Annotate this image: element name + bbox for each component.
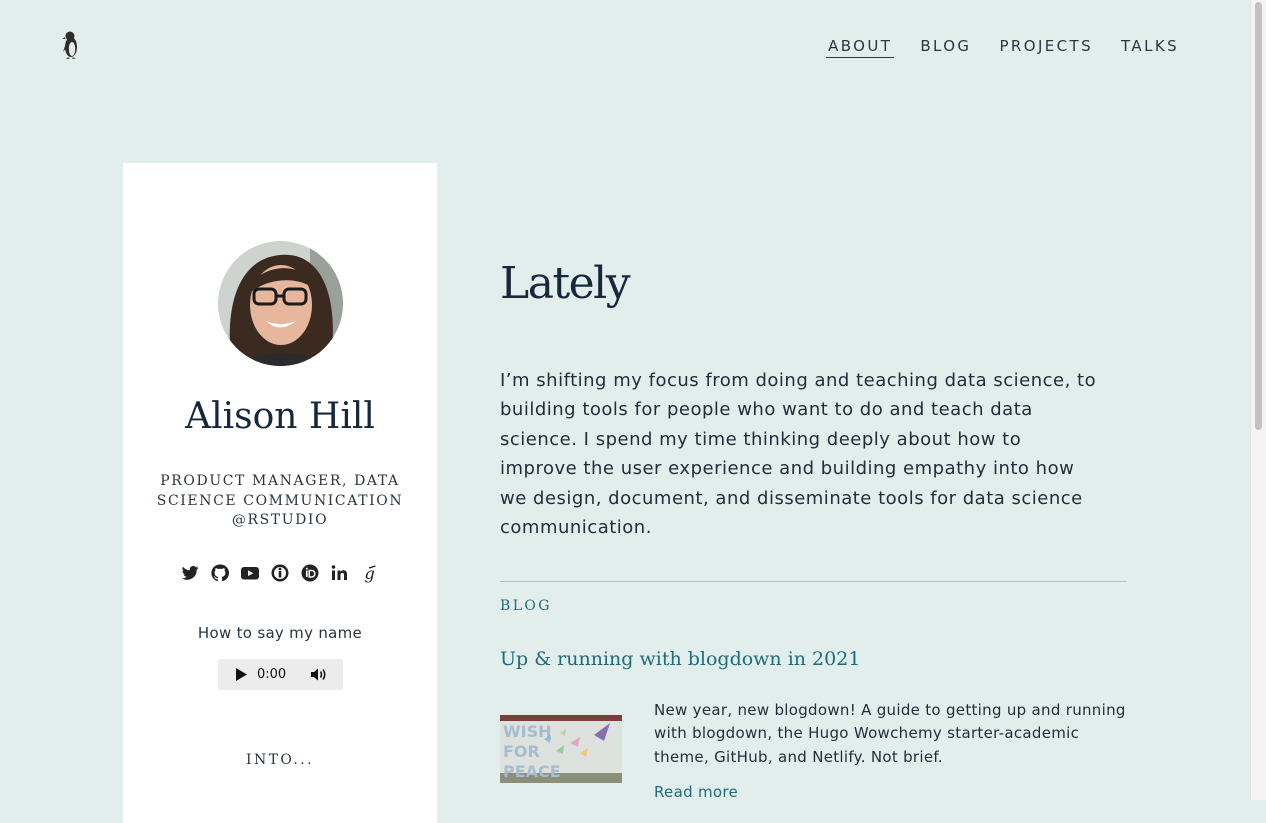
section-label-blog: BLOG bbox=[500, 598, 552, 614]
post-thumbnail[interactable]: WISH FOR PEACE bbox=[500, 715, 622, 783]
audio-time: 0:00 bbox=[257, 667, 287, 682]
youtube-icon[interactable] bbox=[240, 563, 260, 583]
google-scholar-icon[interactable]: g bbox=[360, 563, 380, 583]
profile-card: Alison Hill PRODUCT MANAGER, DATA SCIENC… bbox=[123, 163, 437, 823]
orcid-icon[interactable] bbox=[300, 563, 320, 583]
nav-talks[interactable]: TALKS bbox=[1119, 37, 1181, 58]
twitter-icon[interactable] bbox=[180, 563, 200, 583]
profile-name: Alison Hill bbox=[185, 396, 375, 437]
page-scrollbar[interactable] bbox=[1250, 0, 1266, 800]
intro-paragraph: I’m shifting my focus from doing and tea… bbox=[500, 370, 1097, 539]
thumb-word-3: PEACE bbox=[503, 762, 561, 781]
penguin-logo[interactable] bbox=[60, 30, 82, 60]
post-title-link[interactable]: Up & running with blogdown in 2021 bbox=[500, 648, 860, 670]
page-title: Lately bbox=[500, 258, 631, 309]
thumb-word-1: WISH bbox=[503, 722, 552, 741]
profile-role: PRODUCT MANAGER, DATA SCIENCE COMMUNICAT… bbox=[156, 473, 404, 528]
read-more-link[interactable]: Read more bbox=[654, 783, 738, 801]
avatar bbox=[218, 241, 343, 366]
section-divider bbox=[500, 581, 1127, 582]
main-nav: ABOUT BLOG PROJECTS TALKS bbox=[826, 37, 1181, 58]
audio-player[interactable]: 0:00 bbox=[218, 659, 343, 690]
scrollbar-thumb[interactable] bbox=[1255, 2, 1262, 430]
volume-icon[interactable] bbox=[310, 667, 328, 686]
pronounce-label: How to say my name bbox=[197, 624, 363, 642]
post-summary: New year, new blogdown! A guide to getti… bbox=[654, 701, 1126, 766]
thumb-word-2: FOR bbox=[503, 742, 540, 761]
github-icon[interactable] bbox=[210, 563, 230, 583]
linkedin-icon[interactable] bbox=[330, 563, 350, 583]
play-icon[interactable] bbox=[234, 667, 248, 686]
social-links: g bbox=[178, 563, 382, 583]
nav-blog[interactable]: BLOG bbox=[918, 37, 973, 58]
impactstory-icon[interactable] bbox=[270, 563, 290, 583]
nav-about[interactable]: ABOUT bbox=[826, 37, 895, 58]
interests-heading: INTO... bbox=[246, 752, 314, 768]
nav-projects[interactable]: PROJECTS bbox=[997, 37, 1095, 58]
